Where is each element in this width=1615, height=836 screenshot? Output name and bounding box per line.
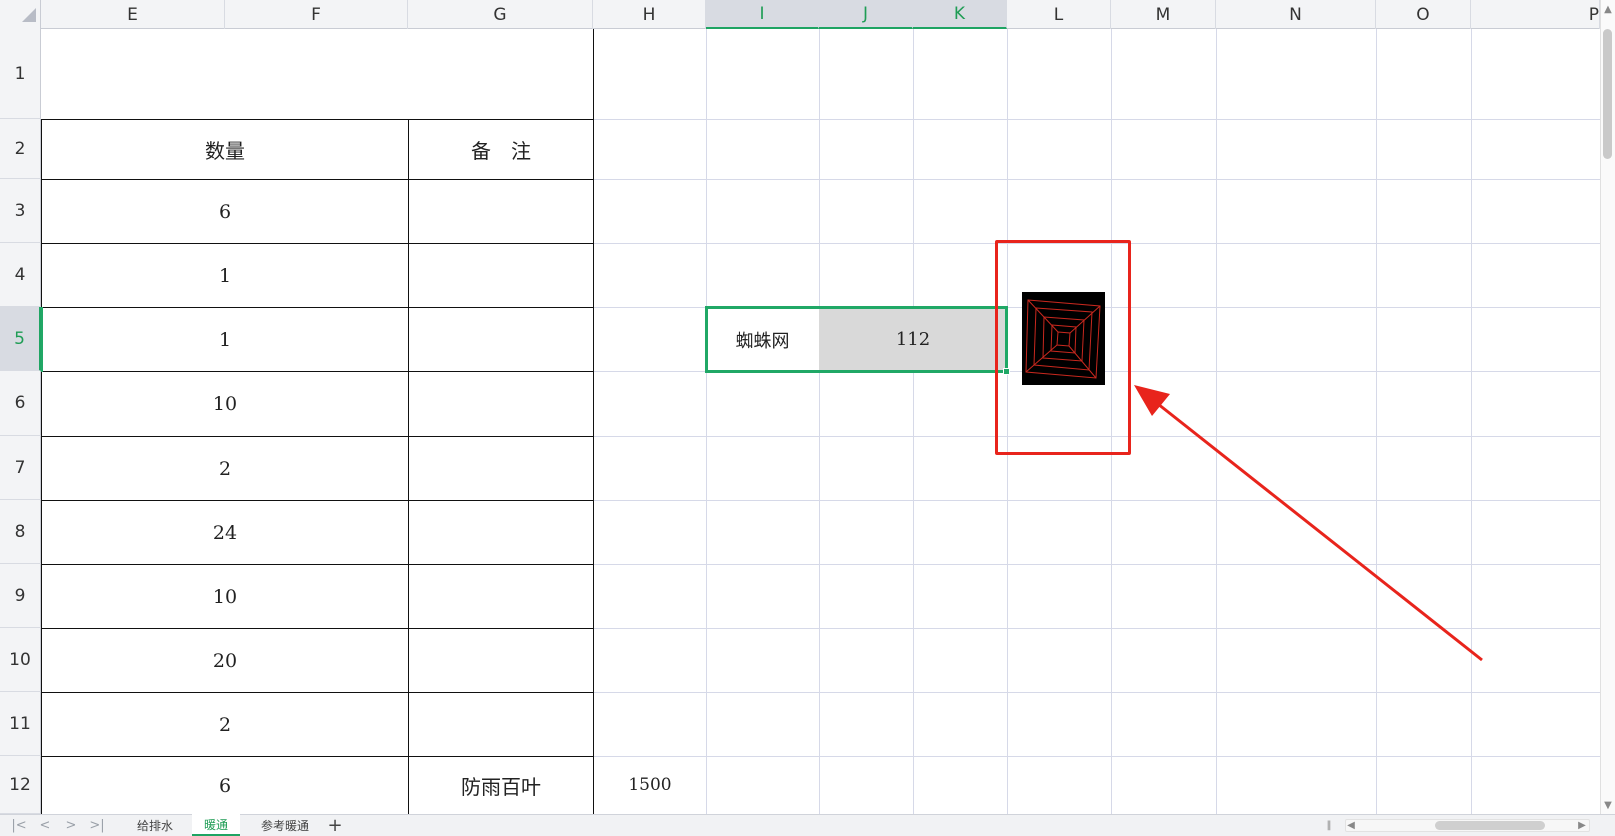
quantity-value: 24 bbox=[212, 521, 238, 544]
row-header-6[interactable]: 6 bbox=[0, 371, 41, 436]
quantity-cell-row12[interactable]: 6 bbox=[41, 756, 409, 815]
column-header-f[interactable]: F bbox=[225, 0, 408, 29]
quantity-cell-row7[interactable]: 2 bbox=[41, 436, 409, 501]
annotation-arrow-icon bbox=[1134, 385, 1483, 662]
row-header-8[interactable]: 8 bbox=[0, 500, 41, 564]
remark-cell-row9[interactable] bbox=[408, 564, 594, 629]
row-header-4[interactable]: 4 bbox=[0, 243, 41, 307]
row-header-1[interactable]: 1 bbox=[0, 29, 41, 119]
remark-text: 防雨百叶 bbox=[461, 775, 541, 799]
remark-header-cell[interactable]: 备 注 bbox=[408, 119, 594, 180]
select-all-corner[interactable] bbox=[0, 0, 41, 29]
quantity-cell-row3[interactable]: 6 bbox=[41, 179, 409, 244]
scroll-down-icon[interactable]: ▼ bbox=[1601, 798, 1615, 812]
quantity-value: 1 bbox=[218, 328, 232, 351]
prev-sheet-icon[interactable]: < bbox=[34, 814, 56, 836]
row-header-5[interactable]: 5 bbox=[0, 307, 41, 371]
quantity-cell-row10[interactable]: 20 bbox=[41, 628, 409, 693]
row-header-3[interactable]: 3 bbox=[0, 179, 41, 243]
remark-cell-row10[interactable] bbox=[408, 628, 594, 693]
remark-cell-row3[interactable] bbox=[408, 179, 594, 244]
column-header-o[interactable]: O bbox=[1376, 0, 1471, 29]
column-header-p[interactable]: P bbox=[1471, 0, 1600, 29]
cell-h12-text: 1500 bbox=[628, 775, 672, 795]
gridline bbox=[819, 29, 820, 814]
quantity-cell-row5[interactable]: 1 bbox=[41, 307, 409, 372]
quantity-value: 10 bbox=[212, 393, 238, 415]
split-handle-icon[interactable]: ‖ bbox=[1322, 818, 1336, 832]
scroll-left-icon[interactable]: ◀ bbox=[1345, 819, 1357, 832]
quantity-header-text: 数量 bbox=[205, 139, 245, 163]
quantity-value: 6 bbox=[218, 200, 232, 223]
quantity-value: 1 bbox=[218, 264, 232, 287]
row-header-11[interactable]: 11 bbox=[0, 692, 41, 756]
row-header-7[interactable]: 7 bbox=[0, 436, 41, 500]
column-header-g[interactable]: G bbox=[408, 0, 593, 29]
cell-h12[interactable]: 1500 bbox=[594, 756, 706, 814]
scroll-right-icon[interactable]: ▶ bbox=[1576, 819, 1588, 832]
quantity-value: 2 bbox=[218, 457, 232, 480]
vertical-scroll-thumb[interactable] bbox=[1603, 29, 1612, 159]
remark-cell-row5[interactable] bbox=[408, 307, 594, 372]
next-sheet-icon[interactable]: > bbox=[60, 814, 82, 836]
scroll-up-icon[interactable]: ▲ bbox=[1601, 2, 1615, 16]
column-header-l[interactable]: L bbox=[1007, 0, 1111, 29]
remark-header-text: 备 注 bbox=[471, 139, 531, 163]
row-header-2[interactable]: 2 bbox=[0, 119, 41, 179]
quantity-value: 20 bbox=[212, 649, 238, 672]
column-header-j[interactable]: J bbox=[819, 0, 913, 29]
quantity-cell-row9[interactable]: 10 bbox=[41, 564, 409, 629]
last-sheet-icon[interactable]: >| bbox=[86, 814, 108, 836]
column-header-i[interactable]: I bbox=[706, 0, 819, 29]
gridline bbox=[913, 29, 914, 814]
spider-web-icon bbox=[1025, 299, 1101, 379]
merged-cell-row1[interactable] bbox=[41, 29, 594, 120]
column-header-k[interactable]: K bbox=[913, 0, 1007, 29]
gridline bbox=[706, 29, 707, 814]
remark-cell-row7[interactable] bbox=[408, 436, 594, 501]
quantity-value: 10 bbox=[212, 585, 238, 608]
quantity-header-cell[interactable]: 数量 bbox=[41, 119, 409, 180]
sheet-tab-reference-hvac[interactable]: 参考暖通 bbox=[244, 814, 326, 836]
remark-cell-row4[interactable] bbox=[408, 243, 594, 308]
quantity-cell-row4[interactable]: 1 bbox=[41, 243, 409, 308]
row-header-9[interactable]: 9 bbox=[0, 564, 41, 628]
column-header-m[interactable]: M bbox=[1111, 0, 1216, 29]
column-header-n[interactable]: N bbox=[1216, 0, 1376, 29]
active-row-marker bbox=[41, 307, 43, 372]
select-all-icon bbox=[22, 8, 36, 22]
horizontal-scroll-thumb[interactable] bbox=[1435, 821, 1545, 830]
sheet-tab-hvac[interactable]: 暖通 bbox=[192, 814, 240, 836]
remark-cell-row8[interactable] bbox=[408, 500, 594, 565]
quantity-cell-row6[interactable]: 10 bbox=[41, 371, 409, 437]
sheet-tab-plumbing[interactable]: 给排水 bbox=[120, 814, 190, 836]
add-sheet-icon[interactable]: + bbox=[324, 814, 346, 836]
first-sheet-icon[interactable]: |< bbox=[8, 814, 30, 836]
row-header-10[interactable]: 10 bbox=[0, 628, 41, 692]
quantity-cell-row11[interactable]: 2 bbox=[41, 692, 409, 757]
remark-cell-row11[interactable] bbox=[408, 692, 594, 757]
column-header-e[interactable]: E bbox=[41, 0, 225, 29]
quantity-value: 6 bbox=[218, 774, 232, 797]
remark-cell-row6[interactable] bbox=[408, 371, 594, 437]
column-header-h[interactable]: H bbox=[593, 0, 706, 29]
row-header-12[interactable]: 12 bbox=[0, 756, 41, 814]
selection-outline bbox=[705, 306, 1008, 373]
spider-web-image[interactable] bbox=[1022, 292, 1105, 385]
quantity-value: 2 bbox=[218, 713, 232, 736]
remark-cell-row12[interactable]: 防雨百叶 bbox=[408, 756, 594, 815]
quantity-cell-row8[interactable]: 24 bbox=[41, 500, 409, 565]
